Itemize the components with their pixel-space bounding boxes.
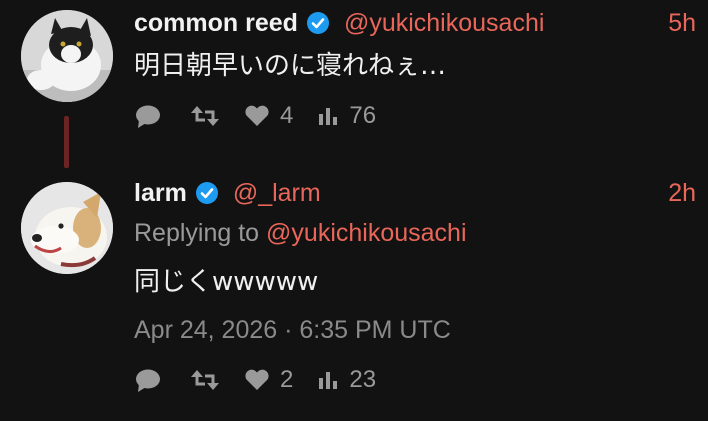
avatar-larm[interactable] xyxy=(21,182,113,274)
dog-avatar-image xyxy=(21,182,113,274)
tweet-actions: 2 23 xyxy=(134,366,400,394)
comment-icon xyxy=(136,369,160,392)
verified-badge-icon xyxy=(195,182,218,204)
verified-badge-icon xyxy=(306,12,329,34)
like-button[interactable]: 2 xyxy=(244,366,293,394)
view-count: 23 xyxy=(349,366,377,393)
views-icon xyxy=(319,108,338,125)
handle[interactable]: @_larm xyxy=(233,178,321,208)
replying-to: Replying to @yukichikousachi xyxy=(134,218,467,248)
tweet-1[interactable]: common reed @yukichikousachi 5h 明日朝早いのに寝… xyxy=(0,0,708,170)
tweet-time[interactable]: 5h xyxy=(668,8,696,38)
retweet-button[interactable] xyxy=(190,105,220,127)
view-count: 76 xyxy=(349,102,377,129)
tweet-2[interactable]: larm @_larm 2h Replying to @yukichikousa… xyxy=(0,170,708,421)
reply-button[interactable] xyxy=(134,367,162,393)
tweet-header: larm @_larm xyxy=(134,178,321,208)
retweet-button[interactable] xyxy=(190,369,220,391)
tweet-time[interactable]: 2h xyxy=(668,178,696,208)
tweet-text: 明日朝早いのに寝れねぇ… xyxy=(134,51,447,81)
tweet-timestamp[interactable]: Apr 24, 2026 · 6:35 PM UTC xyxy=(134,315,451,345)
like-button[interactable]: 4 xyxy=(244,102,293,130)
replying-to-prefix: Replying to xyxy=(134,219,260,247)
views-icon xyxy=(319,372,338,389)
avatar-common-reed[interactable] xyxy=(21,10,113,102)
views-button[interactable]: 23 xyxy=(317,366,376,394)
reply-button[interactable] xyxy=(134,103,162,129)
retweet-icon xyxy=(191,370,219,390)
thread-line xyxy=(64,116,69,168)
tweet-text: 同じくwwwww xyxy=(134,267,319,297)
tweet-header: common reed @yukichikousachi xyxy=(134,8,544,38)
heart-icon xyxy=(245,105,269,126)
display-name[interactable]: larm xyxy=(134,178,187,208)
like-count: 4 xyxy=(280,102,294,129)
cat-avatar-image xyxy=(21,10,113,102)
comment-icon xyxy=(136,105,160,128)
like-count: 2 xyxy=(280,366,294,393)
display-name[interactable]: common reed xyxy=(134,8,298,38)
replying-to-handle[interactable]: @yukichikousachi xyxy=(266,219,466,247)
tweet-actions: 4 76 xyxy=(134,102,400,130)
handle[interactable]: @yukichikousachi xyxy=(344,8,544,38)
views-button[interactable]: 76 xyxy=(317,102,376,130)
heart-icon xyxy=(245,369,269,390)
retweet-icon xyxy=(191,106,219,126)
